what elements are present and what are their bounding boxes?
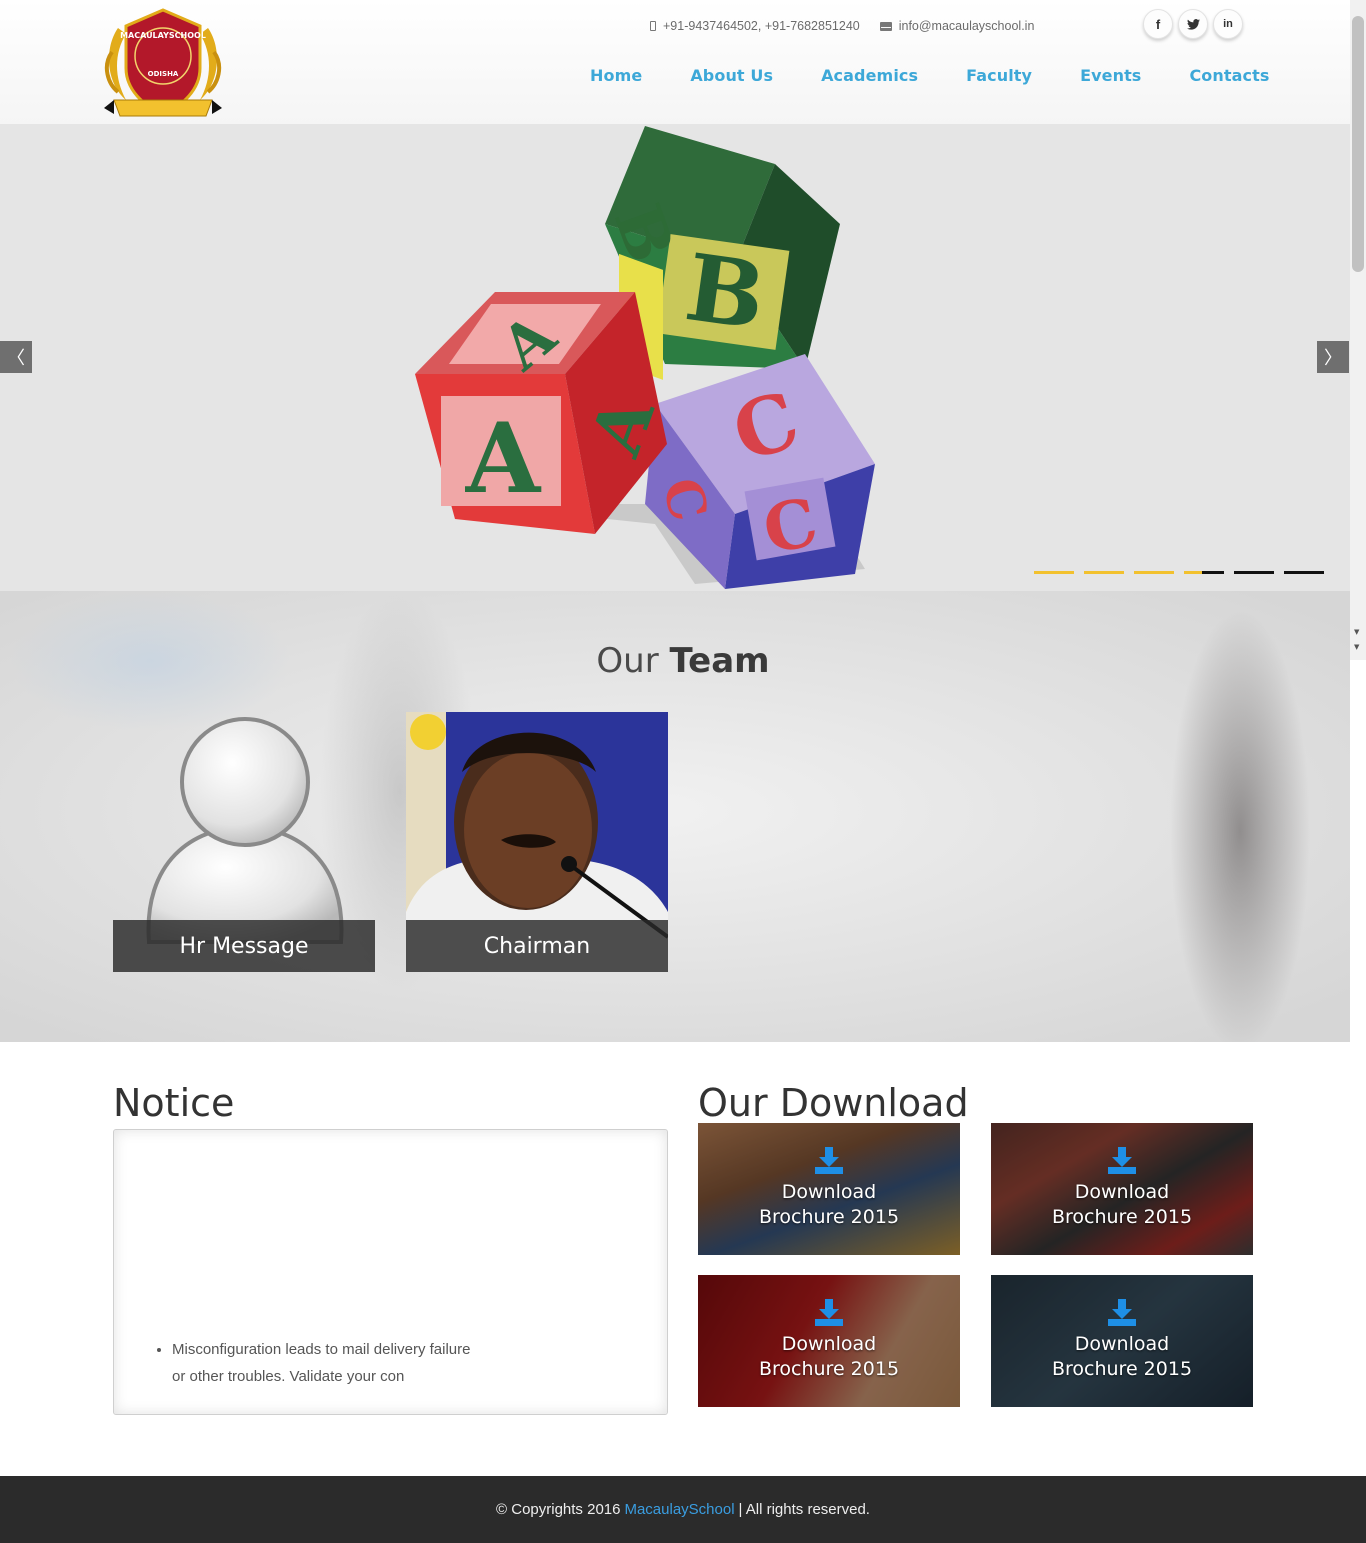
phone-icon — [650, 21, 656, 31]
team-title-bold: Team — [669, 641, 770, 681]
downloads-heading: Our Download — [698, 1081, 969, 1125]
footer-rights: | All rights reserved. — [738, 1501, 870, 1518]
logo-bottom-text: ODISHA — [148, 70, 179, 78]
social-links: f in — [1143, 9, 1243, 39]
envelope-icon — [879, 21, 892, 31]
nav-home[interactable]: Home — [566, 66, 666, 90]
slider-dot[interactable] — [1184, 571, 1224, 574]
scroll-down-arrow-icon[interactable]: ▼ — [1354, 643, 1359, 651]
slider-pagination — [1034, 571, 1324, 574]
page-scrollbar[interactable]: ▼ ▼ — [1350, 0, 1366, 660]
notice-heading: Notice — [113, 1081, 235, 1125]
download-icon — [815, 1147, 843, 1174]
logo-top-text: MACAULAYSCHOOL — [120, 31, 206, 40]
main-nav: Home About Us Academics Faculty Events C… — [566, 66, 1293, 90]
download-label-line2: Brochure 2015 — [1051, 1206, 1193, 1228]
nav-faculty[interactable]: Faculty — [942, 66, 1056, 90]
download-label-line1: Download — [1074, 1181, 1170, 1203]
download-brochure-card[interactable]: Download Brochure 2015 — [698, 1123, 960, 1255]
svg-text:A: A — [465, 402, 542, 515]
download-brochure-card[interactable]: Download Brochure 2015 — [991, 1123, 1253, 1255]
slider-dot[interactable] — [1234, 571, 1274, 574]
notice-box[interactable]: Misconfiguration leads to mail delivery … — [113, 1129, 668, 1415]
nav-about-us[interactable]: About Us — [666, 66, 797, 90]
team-section: Our Team Hr Message Chairman — [0, 591, 1350, 1042]
download-icon — [1108, 1299, 1136, 1326]
abc-blocks-image: B B C C C A A A — [415, 126, 875, 589]
slider-dot[interactable] — [1134, 571, 1174, 574]
contact-bar: +91-9437464502, +91-7682851240 info@maca… — [650, 17, 1034, 35]
team-card-caption: Hr Message — [113, 920, 375, 972]
team-title: Our Team — [0, 641, 1350, 681]
team-card-caption: Chairman — [406, 920, 668, 972]
notice-item[interactable]: Misconfiguration leads to mail delivery … — [172, 1336, 482, 1390]
svg-text:B: B — [679, 233, 771, 351]
site-footer: © Copyrights 2016 MacaulaySchool | All r… — [0, 1476, 1366, 1543]
slider-prev-button[interactable]: 〈 — [0, 341, 32, 373]
team-card-chairman[interactable]: Chairman — [406, 712, 668, 972]
site-header: MACAULAYSCHOOL ODISHA +91-9437464502, +9… — [0, 0, 1350, 124]
hero-slider: B B C C C A A A 〈 〉 — [0, 124, 1350, 591]
download-label-line2: Brochure 2015 — [758, 1358, 900, 1380]
phone-contact[interactable]: +91-9437464502, +91-7682851240 — [650, 19, 860, 33]
nav-contacts[interactable]: Contacts — [1165, 66, 1293, 90]
notice-list: Misconfiguration leads to mail delivery … — [172, 1336, 482, 1390]
nav-academics[interactable]: Academics — [797, 66, 942, 90]
slider-dot[interactable] — [1084, 571, 1124, 574]
nav-events[interactable]: Events — [1056, 66, 1165, 90]
footer-brand-link[interactable]: MacaulaySchool — [624, 1501, 734, 1518]
download-label-line1: Download — [781, 1181, 877, 1203]
footer-copyright: © Copyrights 2016 — [496, 1501, 621, 1518]
slider-dot[interactable] — [1034, 571, 1074, 574]
download-label-line1: Download — [1074, 1333, 1170, 1355]
download-icon — [815, 1299, 843, 1326]
twitter-icon[interactable] — [1178, 9, 1208, 39]
scrollbar-thumb[interactable] — [1352, 16, 1364, 272]
phone-numbers: +91-9437464502, +91-7682851240 — [663, 19, 860, 33]
download-icon — [1108, 1147, 1136, 1174]
slider-next-button[interactable]: 〉 — [1317, 341, 1349, 373]
team-card-hr[interactable]: Hr Message — [113, 712, 375, 972]
download-label-line1: Download — [781, 1333, 877, 1355]
download-brochure-card[interactable]: Download Brochure 2015 — [698, 1275, 960, 1407]
school-logo[interactable]: MACAULAYSCHOOL ODISHA — [104, 8, 222, 124]
team-title-light: Our — [596, 641, 670, 681]
linkedin-icon[interactable]: in — [1213, 9, 1243, 39]
slider-dot[interactable] — [1284, 571, 1324, 574]
email-address: info@macaulayschool.in — [898, 19, 1035, 33]
download-label-line2: Brochure 2015 — [758, 1206, 900, 1228]
download-brochure-card[interactable]: Download Brochure 2015 — [991, 1275, 1253, 1407]
download-label-line2: Brochure 2015 — [1051, 1358, 1193, 1380]
email-contact[interactable]: info@macaulayschool.in — [879, 19, 1035, 33]
facebook-icon[interactable]: f — [1143, 9, 1173, 39]
scroll-down-arrow-icon[interactable]: ▼ — [1354, 628, 1359, 636]
